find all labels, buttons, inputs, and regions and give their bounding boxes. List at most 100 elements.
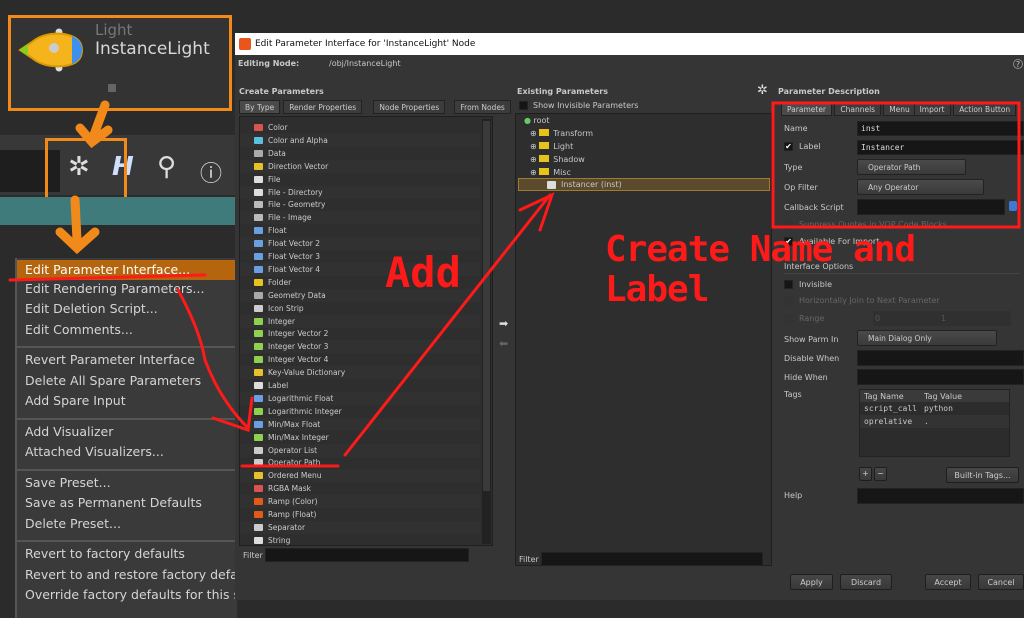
gear-icon[interactable]: ✲ xyxy=(757,83,768,98)
show-invisible-checkbox[interactable] xyxy=(519,101,528,110)
list-item-label: File - Directory xyxy=(268,187,323,197)
label-input[interactable]: Instancer xyxy=(857,140,1024,155)
min-max-float-icon xyxy=(254,420,263,428)
menu-item[interactable]: Add Spare Input xyxy=(25,393,126,408)
tab-channels[interactable]: Channels xyxy=(834,102,882,116)
menu-item[interactable]: Revert to factory defaults xyxy=(25,546,185,561)
tab-node-properties[interactable]: Node Properties xyxy=(373,100,446,114)
menu-item[interactable]: Add Visualizer xyxy=(25,424,113,439)
help-input[interactable] xyxy=(857,488,1024,504)
list-item[interactable]: Integer Vector 2 xyxy=(240,327,480,340)
type-dropdown[interactable]: Operator Path xyxy=(857,159,966,175)
tab-action-button[interactable]: Action Button xyxy=(953,102,1017,116)
menu-item[interactable]: Save Preset... xyxy=(25,475,111,490)
range-fields[interactable]: 01 xyxy=(873,311,1011,326)
tree-folder[interactable]: ⊕ Transform xyxy=(530,129,593,138)
tab-import[interactable]: Import xyxy=(913,102,951,116)
menu-item[interactable]: Revert to and restore factory defaults xyxy=(25,567,261,582)
menu-item[interactable]: Delete Preset... xyxy=(25,516,121,531)
show-parm-in-dropdown[interactable]: Main Dialog Only xyxy=(857,330,997,346)
apply-button[interactable]: Apply xyxy=(790,574,833,590)
list-item[interactable]: Integer xyxy=(240,314,480,328)
list-item[interactable]: File - Image xyxy=(240,211,480,225)
list-item[interactable]: Data xyxy=(240,147,480,160)
remove-tag-button[interactable]: − xyxy=(874,467,887,481)
tab-parameter[interactable]: Parameter xyxy=(781,102,833,116)
suppress-quotes-checkbox[interactable] xyxy=(784,220,793,229)
create-parameters-title: Create Parameters xyxy=(239,87,324,96)
list-item[interactable]: Min/Max Integer xyxy=(240,431,480,444)
list-item[interactable]: Ordered Menu xyxy=(240,469,480,483)
remove-arrow-button[interactable]: ⬅ xyxy=(499,337,508,350)
list-item[interactable]: Label xyxy=(240,379,480,392)
menu-item[interactable]: Delete All Spare Parameters xyxy=(25,373,201,388)
create-filter-input[interactable] xyxy=(265,548,469,562)
tab-from-nodes[interactable]: From Nodes xyxy=(454,100,511,114)
menu-item[interactable]: Edit Comments... xyxy=(25,322,133,337)
menu-item[interactable]: Save as Permanent Defaults xyxy=(25,495,202,510)
ordered-menu-icon xyxy=(254,472,263,480)
menu-item[interactable]: Edit Deletion Script... xyxy=(25,301,158,316)
python-icon[interactable] xyxy=(1009,201,1017,211)
list-item[interactable]: File xyxy=(240,173,480,186)
list-item[interactable]: Operator Path xyxy=(240,456,480,469)
list-item[interactable]: Icon Strip xyxy=(240,302,480,315)
expand-icon[interactable]: ⊕ xyxy=(530,155,539,164)
expand-icon[interactable]: ⊕ xyxy=(530,142,539,151)
info-icon[interactable]: ⓘ xyxy=(200,156,222,188)
existing-filter-input[interactable] xyxy=(541,552,763,566)
list-item[interactable]: Logarithmic Float xyxy=(240,391,480,405)
help-icon[interactable]: ? xyxy=(1013,59,1023,69)
selected-parameter[interactable]: Instancer (inst) xyxy=(518,178,770,191)
expand-icon[interactable]: ⊕ xyxy=(530,129,539,138)
search-icon[interactable]: ⚲ xyxy=(157,152,176,182)
add-arrow-button[interactable]: ➡ xyxy=(499,317,508,330)
accept-button[interactable]: Accept xyxy=(925,574,971,590)
tree-root[interactable]: ● root xyxy=(524,116,550,125)
callback-script-input[interactable] xyxy=(857,199,1005,215)
range-checkbox[interactable] xyxy=(784,314,793,323)
hide-when-input[interactable] xyxy=(857,369,1024,385)
list-item[interactable]: Operator List xyxy=(240,443,480,457)
scrollbar[interactable] xyxy=(482,119,491,544)
list-item[interactable]: Key-Value Dictionary xyxy=(240,366,480,380)
list-item-label: Color xyxy=(268,123,288,132)
expand-icon[interactable]: ⊕ xyxy=(530,168,539,177)
built-in-tags-button[interactable]: Built-in Tags... xyxy=(946,467,1019,483)
tab-render-properties[interactable]: Render Properties xyxy=(283,100,363,114)
menu-item[interactable]: Attached Visualizers... xyxy=(25,444,164,459)
list-item[interactable]: RGBA Mask xyxy=(240,482,480,495)
tree-folder[interactable]: ⊕ Misc xyxy=(530,168,571,177)
list-item[interactable]: Integer Vector 4 xyxy=(240,353,480,366)
list-item[interactable]: Ramp (Float) xyxy=(240,508,480,521)
hide-when-label: Hide When xyxy=(784,373,828,382)
list-item[interactable]: File - Directory xyxy=(240,185,480,199)
tab-by-type[interactable]: By Type xyxy=(239,100,281,114)
list-item[interactable]: String xyxy=(240,534,480,547)
list-item[interactable]: Ramp (Color) xyxy=(240,495,480,509)
list-item[interactable]: Float xyxy=(240,224,480,237)
list-item[interactable]: Min/Max Float xyxy=(240,417,480,431)
add-tag-button[interactable]: + xyxy=(859,467,872,481)
list-item[interactable]: Logarithmic Integer xyxy=(240,405,480,418)
tag-row[interactable]: oprelative. xyxy=(860,415,1009,428)
menu-item[interactable]: Edit Rendering Parameters... xyxy=(25,281,204,296)
cancel-button[interactable]: Cancel xyxy=(978,574,1024,590)
list-item[interactable]: Separator xyxy=(240,520,480,534)
tag-row[interactable]: script_call python xyxy=(860,402,1009,415)
list-item[interactable]: Color and Alpha xyxy=(240,133,480,147)
menu-item[interactable]: Edit Parameter Interface... xyxy=(17,260,239,280)
tree-folder[interactable]: ⊕ Shadow xyxy=(530,155,585,164)
op-filter-dropdown[interactable]: Any Operator xyxy=(857,179,984,195)
menu-item[interactable]: Revert Parameter Interface xyxy=(25,352,195,367)
tree-folder[interactable]: ⊕ Light xyxy=(530,142,573,151)
tab-menu[interactable]: Menu xyxy=(883,102,916,116)
list-item[interactable]: Color xyxy=(240,121,480,134)
list-item[interactable]: Integer Vector 3 xyxy=(240,340,480,354)
list-item[interactable]: Direction Vector xyxy=(240,159,480,173)
name-input[interactable]: inst xyxy=(857,121,1024,136)
discard-button[interactable]: Discard xyxy=(840,574,892,590)
list-item[interactable]: File - Geometry xyxy=(240,198,480,211)
disable-when-input[interactable] xyxy=(857,350,1024,366)
label-checkbox[interactable]: ✔ xyxy=(784,142,793,151)
